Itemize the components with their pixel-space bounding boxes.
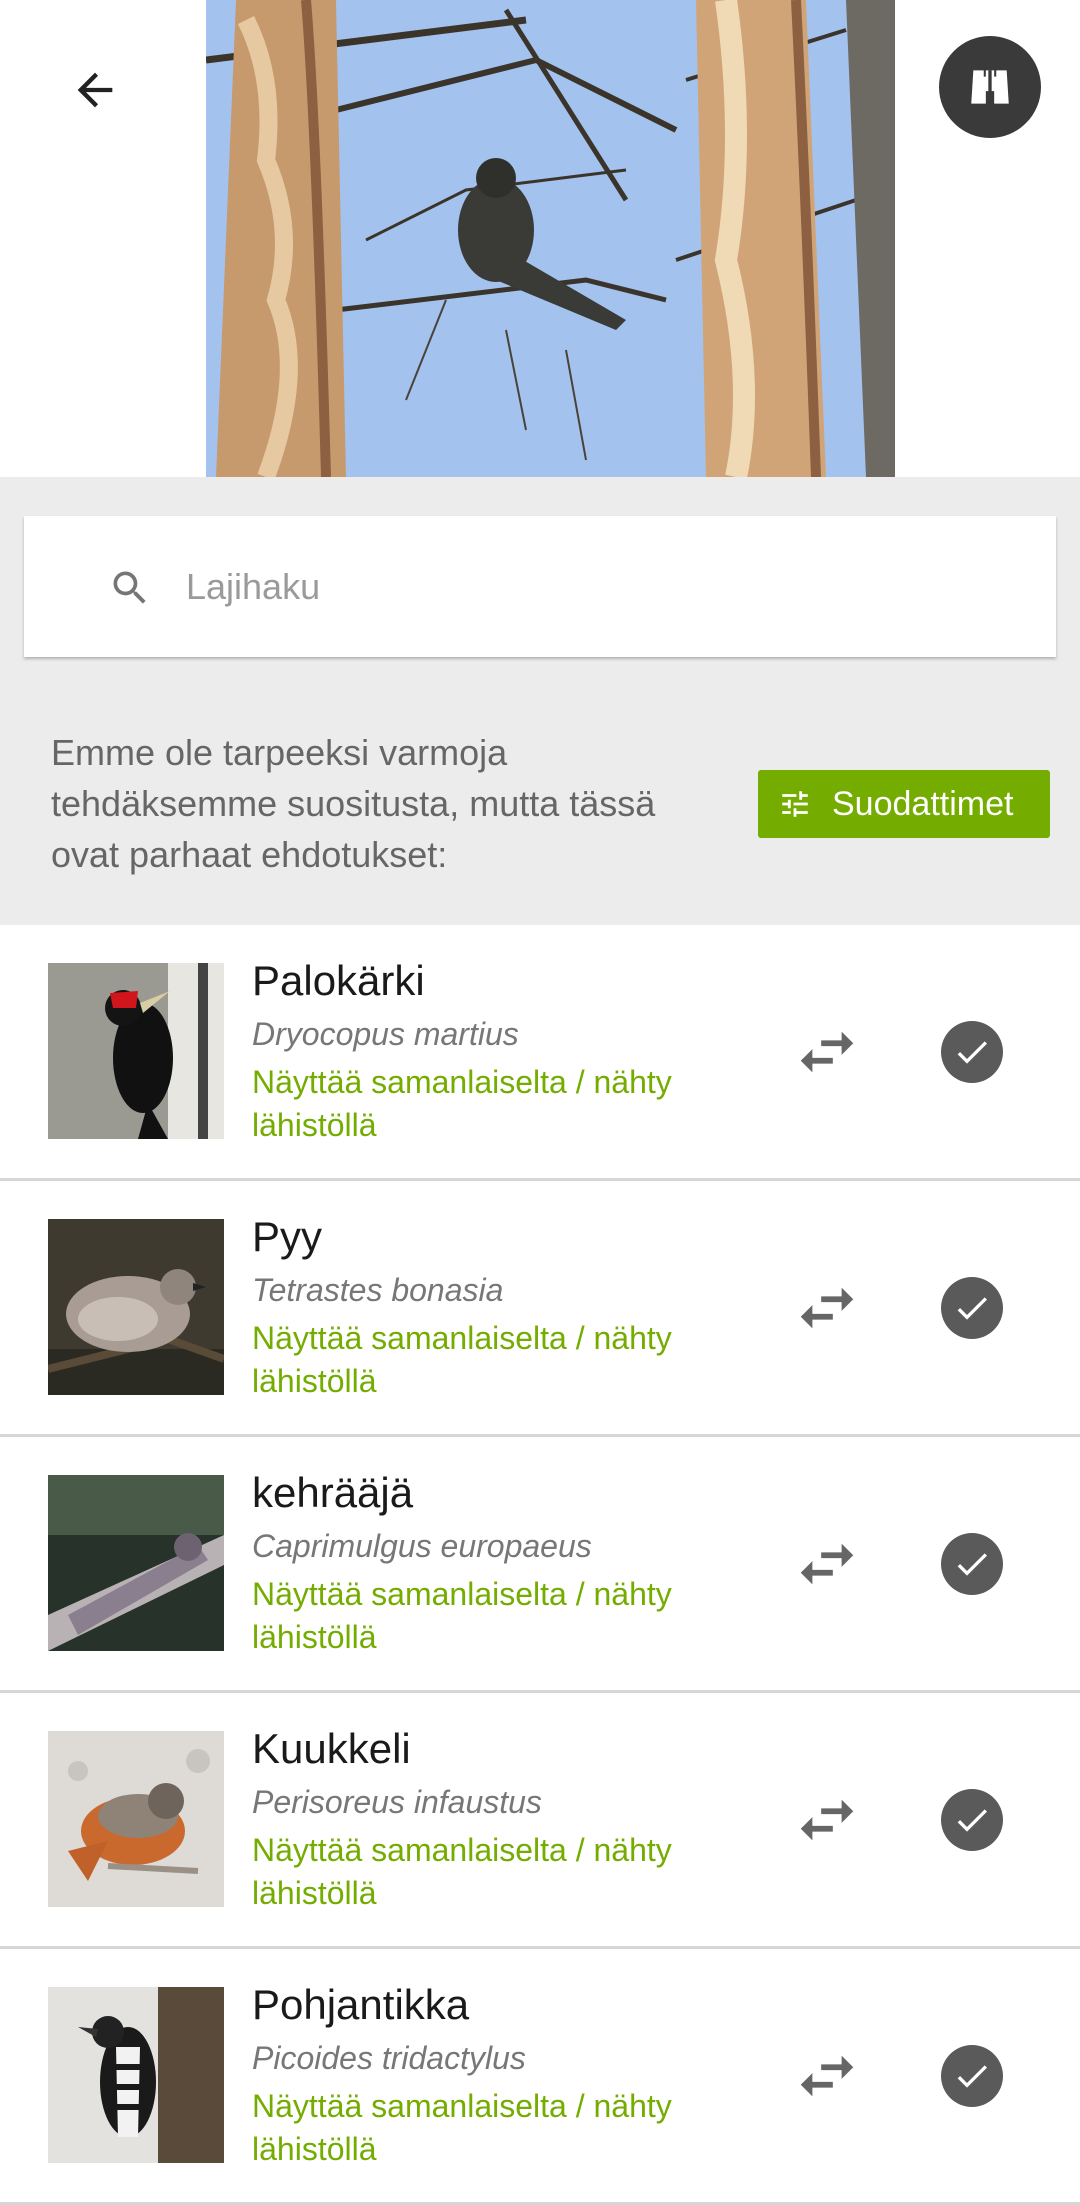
species-thumbnail xyxy=(48,1219,224,1395)
filters-label: Suodattimet xyxy=(832,784,1014,823)
select-species-button[interactable] xyxy=(941,1277,1003,1339)
compare-arrows-icon xyxy=(800,1543,854,1585)
select-species-button[interactable] xyxy=(941,2045,1003,2107)
species-thumbnail xyxy=(48,1731,224,1907)
compare-arrows-icon xyxy=(800,1031,854,1073)
check-icon xyxy=(957,1809,987,1832)
photo-header xyxy=(0,0,1080,477)
compare-button[interactable] xyxy=(790,1271,864,1345)
compare-arrows-icon xyxy=(800,1799,854,1841)
species-name: Kuukkeli xyxy=(252,1725,411,1772)
species-name: Pyy xyxy=(252,1213,323,1260)
suggestion-reason: Näyttää samanlaiselta / nähty lähistöllä xyxy=(252,1064,672,1143)
scientific-name: Caprimulgus europaeus xyxy=(252,1528,592,1564)
suggestion-reason: Näyttää samanlaiselta / nähty lähistöllä xyxy=(252,2088,672,2167)
species-thumbnail xyxy=(48,963,224,1139)
select-species-button[interactable] xyxy=(941,1533,1003,1595)
scientific-name: Tetrastes bonasia xyxy=(252,1272,504,1308)
species-text: Pyy Tetrastes bonasia Näyttää samanlaise… xyxy=(252,1211,722,1403)
back-button[interactable] xyxy=(45,45,145,135)
species-thumbnail xyxy=(48,1475,224,1651)
species-text: Pohjantikka Picoides tridactylus Näyttää… xyxy=(252,1979,722,2171)
check-icon xyxy=(957,1553,987,1576)
scientific-name: Dryocopus martius xyxy=(252,1016,519,1052)
suggestion-list: Palokärki Dryocopus martius Näyttää sama… xyxy=(0,925,1080,2205)
scientific-name: Picoides tridactylus xyxy=(252,2040,526,2076)
select-species-button[interactable] xyxy=(941,1021,1003,1083)
suggestion-row[interactable]: Kuukkeli Perisoreus infaustus Näyttää sa… xyxy=(0,1693,1080,1949)
observation-photo xyxy=(206,0,895,477)
species-name: Pohjantikka xyxy=(252,1981,470,2028)
species-text: Kuukkeli Perisoreus infaustus Näyttää sa… xyxy=(252,1723,722,1915)
compare-button[interactable] xyxy=(790,1527,864,1601)
suggestion-row[interactable]: Palokärki Dryocopus martius Näyttää sama… xyxy=(0,925,1080,1181)
check-icon xyxy=(957,2065,987,2088)
scientific-name: Perisoreus infaustus xyxy=(252,1784,542,1820)
species-search-box[interactable] xyxy=(24,516,1056,657)
compare-button[interactable] xyxy=(790,1783,864,1857)
select-species-button[interactable] xyxy=(941,1789,1003,1851)
species-text: Palokärki Dryocopus martius Näyttää sama… xyxy=(252,955,722,1147)
search-input[interactable] xyxy=(184,550,1008,624)
search-icon xyxy=(113,571,146,604)
suggestion-row[interactable]: Pyy Tetrastes bonasia Näyttää samanlaise… xyxy=(0,1181,1080,1437)
species-thumbnail xyxy=(48,1987,224,2163)
uncertainty-notice: Emme ole tarpeeksi varmoja tehdäksemme s… xyxy=(51,732,656,875)
check-icon xyxy=(957,1041,987,1064)
species-text: kehrääjä Caprimulgus europaeus Näyttää s… xyxy=(252,1467,722,1659)
suggestion-reason: Näyttää samanlaiselta / nähty lähistöllä xyxy=(252,1832,672,1911)
suggestion-row[interactable]: kehrääjä Caprimulgus europaeus Näyttää s… xyxy=(0,1437,1080,1693)
arrow-left-icon xyxy=(77,72,113,108)
compare-arrows-icon xyxy=(800,1287,854,1329)
search-and-notice-area: Emme ole tarpeeksi varmoja tehdäksemme s… xyxy=(0,477,1080,925)
suggestion-reason: Näyttää samanlaiselta / nähty lähistöllä xyxy=(252,1320,672,1399)
species-name: Palokärki xyxy=(252,957,425,1004)
suggestion-reason: Näyttää samanlaiselta / nähty lähistöllä xyxy=(252,1576,672,1655)
tune-icon xyxy=(782,791,808,817)
compare-button[interactable] xyxy=(790,2039,864,2113)
check-icon xyxy=(957,1297,987,1320)
species-name: kehrääjä xyxy=(252,1469,414,1516)
compare-arrows-icon xyxy=(800,2055,854,2097)
suggestion-row[interactable]: Pohjantikka Picoides tridactylus Näyttää… xyxy=(0,1949,1080,2205)
binoculars-button[interactable] xyxy=(939,36,1041,138)
compare-button[interactable] xyxy=(790,1015,864,1089)
binoculars-icon xyxy=(971,70,1009,104)
filters-button[interactable]: Suodattimet xyxy=(758,770,1050,838)
